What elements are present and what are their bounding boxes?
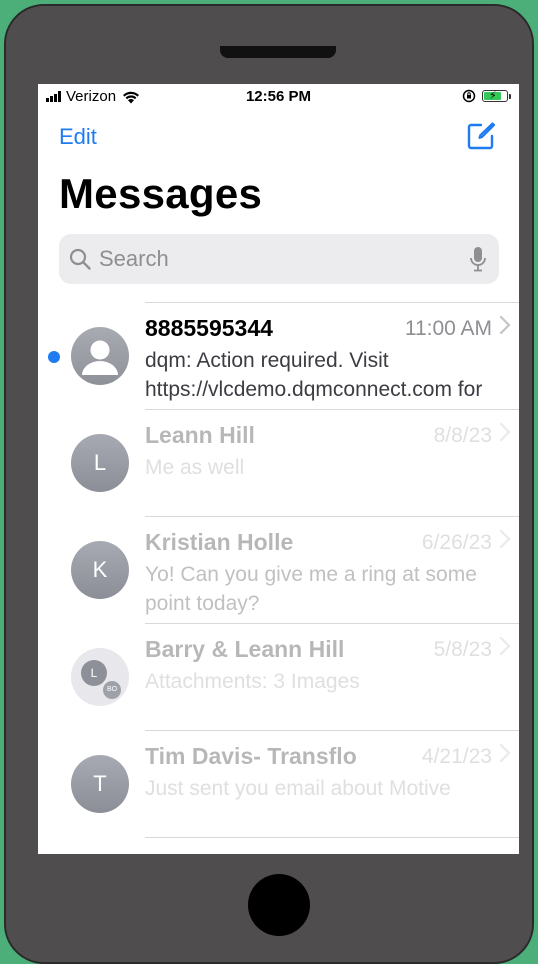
avatar: T <box>71 755 129 813</box>
conversation-row[interactable]: L Leann Hill 8/8/23 Me as well <box>38 409 519 516</box>
avatar: L <box>71 434 129 492</box>
mic-icon[interactable] <box>469 246 487 272</box>
conversation-row[interactable]: L BO Barry & Leann Hill 5/8/23 Attachmen… <box>38 623 519 730</box>
divider <box>145 302 519 303</box>
contact-name: Barry & Leann Hill <box>145 636 345 662</box>
divider <box>145 516 519 517</box>
message-date: 6/26/23 <box>421 531 492 554</box>
message-preview: Attachments: 3 Images <box>145 670 360 693</box>
contact-name: 8885595344 <box>145 315 273 341</box>
search-icon <box>69 248 91 270</box>
contact-name: Kristian Holle <box>145 529 294 555</box>
sender-name: dqm <box>145 349 186 372</box>
home-button[interactable] <box>248 874 310 936</box>
compose-icon[interactable] <box>465 120 497 152</box>
group-avatar: L BO <box>71 648 129 706</box>
conversation-row[interactable]: T Tim Davis- Transflo 4/21/23 Just sent … <box>38 730 519 837</box>
message-date: 8/8/23 <box>433 424 492 447</box>
message-preview: dqm: Action required. Visit https://vlcd… <box>145 349 483 401</box>
message-preview: Just sent you email about Motive <box>145 777 451 800</box>
search-bar[interactable] <box>59 234 499 284</box>
person-icon <box>82 340 118 375</box>
screen: Verizon 12:56 PM ⚡ Edit Messages Search … <box>38 84 519 854</box>
conversation-row <box>38 837 519 854</box>
conversation-row[interactable]: 8885595344 11:00 AM dqm: Action required… <box>38 302 519 409</box>
divider <box>145 837 519 838</box>
message-preview: Yo! Can you give me a ring at some point… <box>145 563 477 615</box>
avatar-initial: BO <box>102 680 122 700</box>
contact-name: Tim Davis- Transflo <box>145 743 357 769</box>
contact-name: Leann Hill <box>145 422 255 448</box>
search-input[interactable] <box>99 234 469 284</box>
battery-icon: ⚡ <box>482 90 508 102</box>
speaker-grille <box>220 46 336 58</box>
avatar-initial: L <box>81 660 107 686</box>
phone-frame: Verizon 12:56 PM ⚡ Edit Messages Search … <box>4 4 534 964</box>
rotation-lock-icon <box>462 89 476 103</box>
chevron-right-icon <box>499 422 511 442</box>
avatar <box>71 327 129 385</box>
message-preview: Me as well <box>145 456 245 479</box>
chevron-right-icon <box>499 636 511 656</box>
message-date: 4/21/23 <box>421 745 492 768</box>
message-date: 5/8/23 <box>433 638 492 661</box>
edit-button[interactable]: Edit <box>59 124 97 150</box>
avatar: K <box>71 541 129 599</box>
message-date: 11:00 AM <box>404 317 492 340</box>
chevron-right-icon <box>499 315 511 335</box>
divider <box>145 730 519 731</box>
divider <box>145 623 519 624</box>
status-bar: Verizon 12:56 PM ⚡ <box>38 84 519 110</box>
page-title: Messages <box>59 170 263 217</box>
unread-indicator <box>48 351 60 363</box>
divider <box>145 409 519 410</box>
conversation-row[interactable]: K Kristian Holle 6/26/23 Yo! Can you giv… <box>38 516 519 623</box>
status-time: 12:56 PM <box>245 88 312 105</box>
chevron-right-icon <box>499 743 511 763</box>
chevron-right-icon <box>499 529 511 549</box>
